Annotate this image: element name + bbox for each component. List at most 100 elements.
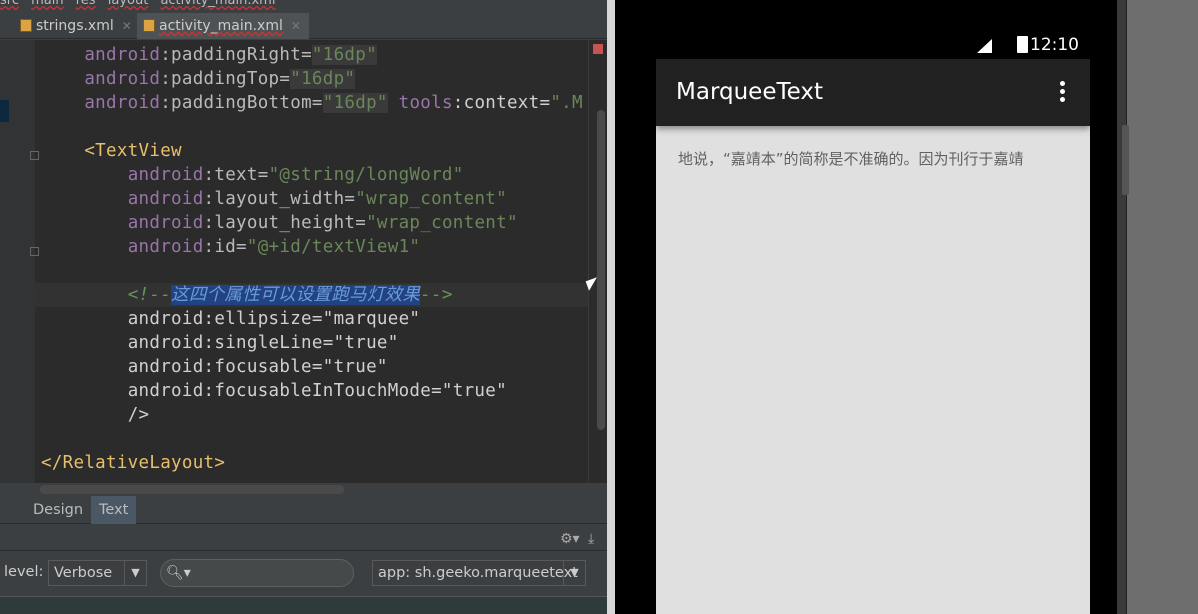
tab-label: activity_main.xml [159,18,283,34]
code-token: android:singleLine="true" [127,333,399,353]
code-line[interactable]: android:focusableInTouchMode="true" [41,379,507,403]
code-editor[interactable]: android:paddingRight="16dp" android:padd… [0,40,607,483]
phone-edge [1117,0,1127,614]
code-line[interactable]: android:layout_height="wrap_content" [41,211,518,235]
app-title: MarqueeText [676,79,823,105]
xml-file-icon [143,19,155,32]
app-bar: MarqueeText [656,59,1090,126]
vertical-scrollbar[interactable] [597,110,605,430]
status-bar: 12:10 [656,30,1090,59]
signal-icon [977,39,992,53]
chevron-down-icon: ▼ [124,561,146,585]
code-line[interactable]: </RelativeLayout> [41,451,225,475]
code-token: 这四个属性可以设置跑马灯效果 [171,285,421,305]
breadcrumb-item[interactable]: layout [108,0,149,8]
pin-icon[interactable]: ⤓ [588,531,594,547]
ide-panel: src main res layout activity_main.xml st… [0,0,607,614]
level-value: Verbose [54,565,113,581]
code-token: </RelativeLayout> [41,453,226,473]
code-line[interactable]: android:paddingBottom="16dp" tools:conte… [41,91,583,115]
fold-icon[interactable] [30,151,39,160]
editor-tabs: strings.xml ✕ activity_main.xml ✕ [0,11,607,39]
code-line[interactable]: android:focusable="true" [41,355,388,379]
app-filter-value: app: sh.geeko.marqueetext [378,565,578,581]
code-token: "wrap_content" [355,189,507,209]
code-token: :paddingRight= [160,45,312,65]
code-token: "@+id/textView1" [246,237,421,257]
search-icon: 🔍︎▾ [166,565,191,581]
code-token: android [127,165,204,185]
code-line[interactable]: android:paddingTop="16dp" [41,67,356,91]
code-line[interactable]: android:paddingRight="16dp" [41,43,377,67]
fold-icon[interactable] [30,247,39,256]
panel-divider[interactable] [607,0,615,614]
left-strip [0,100,9,122]
code-line[interactable]: android:text="@string/longWord" [41,163,464,187]
code-token: "16dp" [290,69,356,89]
tab-label: strings.xml [36,18,114,34]
marquee-textview[interactable]: 地说，“嘉靖本”的简称是不准确的。因为刊行于嘉靖 [678,148,1068,169]
code-token: android [84,45,161,65]
xml-file-icon [20,19,32,32]
tab-text[interactable]: Text [91,496,137,524]
logcat-search-input[interactable]: 🔍︎▾ [160,559,354,587]
code-token: :paddingBottom= [160,93,323,113]
breadcrumb-item[interactable]: src [0,0,19,8]
code-token: android:ellipsize="marquee" [127,309,421,329]
status-time: 12:10 [1030,35,1079,55]
battery-icon [1017,36,1028,53]
code-token: :layout_width= [203,189,356,209]
code-line[interactable]: android:layout_width="wrap_content" [41,187,507,211]
tab-activity-main-xml[interactable]: activity_main.xml ✕ [137,13,309,39]
code-line[interactable]: android:singleLine="true" [41,331,399,355]
code-token: --> [420,285,453,305]
tab-design[interactable]: Design [25,496,91,524]
code-token: :text= [203,165,269,185]
code-token: android [127,213,204,233]
gear-icon[interactable]: ⚙▾ [560,531,580,547]
breadcrumb-item[interactable]: activity_main.xml [160,0,275,8]
code-token: "wrap_content" [366,213,518,233]
code-line[interactable]: <!--这四个属性可以设置跑马灯效果--> [35,283,588,307]
code-line[interactable]: /> [41,403,149,427]
level-select[interactable]: Verbose ▼ [48,560,147,586]
code-token: :layout_height= [203,213,367,233]
breadcrumb-item[interactable]: res [76,0,96,8]
code-token: "16dp" [322,93,388,113]
code-line[interactable]: android:ellipsize="marquee" [41,307,420,331]
logcat-output[interactable] [0,596,607,614]
close-icon[interactable]: ✕ [122,19,132,33]
code-token: :context= [452,93,551,113]
tab-strings-xml[interactable]: strings.xml ✕ [14,13,140,39]
close-icon[interactable]: ✕ [291,19,301,33]
code-line[interactable]: android:id="@+id/textView1" [41,235,420,259]
horizontal-scrollbar[interactable] [40,485,344,494]
code-token: android:focusableInTouchMode="true" [127,381,507,401]
code-token: <!-- [127,285,172,305]
editor-mode-tabs: Design Text [0,496,607,524]
error-marker-icon[interactable] [593,44,603,54]
breadcrumb-item[interactable]: main [31,0,63,8]
app-filter-select[interactable]: app: sh.geeko.marqueetext ▼ [372,560,586,586]
code-token: android [127,237,204,257]
overflow-menu-icon[interactable] [1060,81,1066,105]
breadcrumb: src main res layout activity_main.xml [0,0,607,10]
code-token: :paddingTop= [160,69,291,89]
phone-side-button[interactable] [1122,125,1129,195]
code-token: "16dp" [311,45,377,65]
code-line[interactable]: <TextView [41,139,182,163]
